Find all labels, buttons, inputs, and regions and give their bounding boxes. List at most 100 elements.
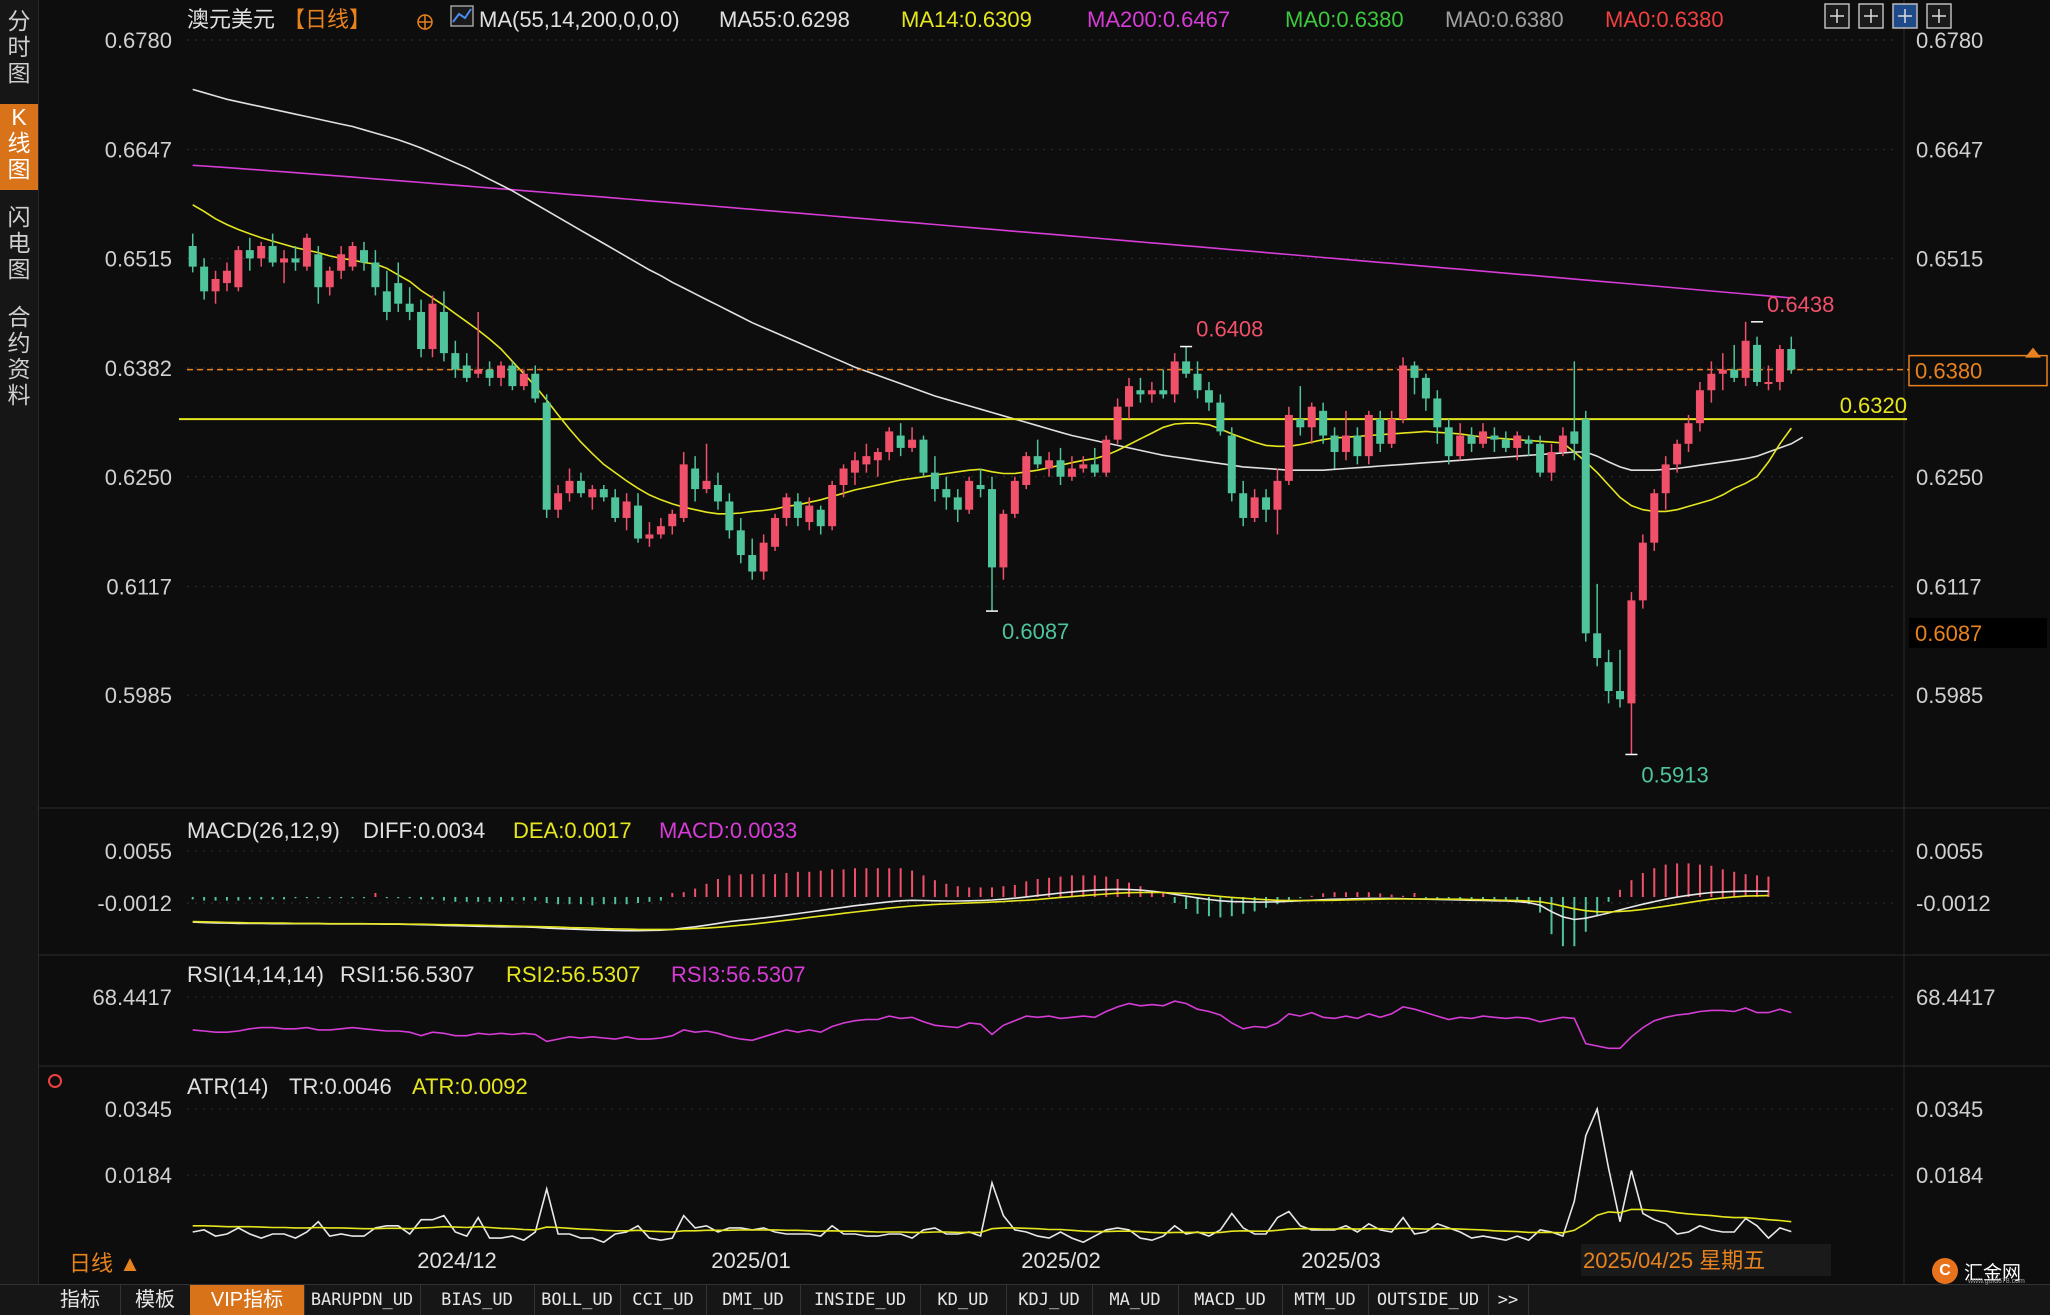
- date-label: 2025/03: [1301, 1248, 1381, 1273]
- candle-body: [588, 489, 597, 498]
- indicator-tab-11[interactable]: MA_UD: [1092, 1285, 1179, 1315]
- candle-body: [839, 468, 848, 485]
- indicator-tab-8[interactable]: INSIDE_UD: [800, 1285, 921, 1315]
- sidebar-tab-0[interactable]: 分时图: [0, 8, 38, 94]
- sidebar-tab-char: 线: [7, 130, 31, 156]
- candle-body: [314, 254, 323, 288]
- logo-url: www.gold678.com: [1968, 1278, 2025, 1285]
- header-text: MA0:0.6380: [1445, 7, 1564, 32]
- sidebar-tab-char: 合: [7, 304, 31, 330]
- last-price-tag-text: 0.6380: [1915, 359, 1982, 384]
- candle-body: [325, 270, 334, 288]
- candle-body: [679, 464, 688, 518]
- candle-body: [1262, 497, 1271, 510]
- crosshair-date-text: 2025/04/25 星期五: [1583, 1248, 1765, 1273]
- ma200-line: [192, 164, 1792, 299]
- date-label: 2025/01: [711, 1248, 791, 1273]
- atr-title: ATR(14): [187, 1074, 269, 1099]
- candle-body: [1170, 361, 1179, 395]
- candle-body: [816, 509, 825, 527]
- candle-body: [1102, 439, 1111, 473]
- candle-body: [1524, 439, 1533, 444]
- candle-body: [1684, 423, 1693, 444]
- candle-body: [1501, 439, 1510, 448]
- macd-diff-label: DIFF:0.0034: [363, 818, 485, 843]
- sidebar-tab-3[interactable]: 合约资料: [0, 304, 38, 416]
- indicator-tab-7[interactable]: DMI_UD: [706, 1285, 801, 1315]
- indicator-tab-4[interactable]: BIAS_UD: [420, 1285, 535, 1315]
- header-text: MA14:0.6309: [901, 7, 1032, 32]
- atr-axis-left: 0.0184: [105, 1163, 172, 1188]
- candle-body: [1193, 373, 1202, 391]
- candle-body: [862, 456, 871, 465]
- candle-body: [988, 489, 996, 568]
- sidebar-tab-2[interactable]: 闪电图: [0, 204, 38, 290]
- indicator-tab-13[interactable]: MTM_UD: [1282, 1285, 1369, 1315]
- chart-area[interactable]: 0.6780 0.6780 0.6647 0.6647 0.6515 0.6515 0.63…: [39, 0, 2050, 1284]
- indicator-tab-0[interactable]: 指标: [40, 1285, 121, 1315]
- macd-value-label: MACD:0.0033: [659, 818, 797, 843]
- candle-body: [394, 283, 403, 304]
- candle-body: [1022, 456, 1031, 485]
- sidebar: 分时图 K线图闪电图合约资料: [0, 0, 39, 1284]
- indicator-tab-6[interactable]: CCI_UD: [620, 1285, 707, 1315]
- extreme-label: 0.6087: [1002, 619, 1069, 644]
- sidebar-tab-char: 料: [7, 382, 31, 408]
- candle-body: [439, 311, 448, 354]
- indicator-tab-5[interactable]: BOLL_UD: [534, 1285, 621, 1315]
- brand-logo: C 汇金网 www.gold678.com: [1932, 1256, 2025, 1286]
- atr-tr-line: [192, 1106, 1792, 1244]
- price-label-right: 0.6515: [1916, 246, 1983, 271]
- macd-axis-left: -0.0012: [97, 891, 172, 916]
- header-text: MA55:0.6298: [719, 7, 850, 32]
- indicator-tab-9[interactable]: KD_UD: [920, 1285, 1007, 1315]
- candle-body: [622, 501, 631, 518]
- price-label-left: 0.6515: [105, 246, 172, 271]
- candle-body: [519, 373, 528, 387]
- price-label-left: 0.6382: [105, 356, 172, 381]
- atr-axis-right: 0.0345: [1916, 1097, 1983, 1122]
- candle-body: [1010, 480, 1019, 514]
- header-text: MA0:0.6380: [1285, 7, 1404, 32]
- candle-body: [302, 237, 311, 267]
- candle-body: [1718, 369, 1727, 374]
- sidebar-tab-1[interactable]: K线图: [0, 104, 38, 190]
- indicator-tab-14[interactable]: OUTSIDE_UD: [1368, 1285, 1489, 1315]
- price-label-left: 0.6250: [105, 465, 172, 490]
- macd-title: MACD(26,12,9): [187, 818, 340, 843]
- candle-body: [417, 311, 426, 350]
- candle-body: [702, 480, 711, 490]
- candle-body: [462, 365, 471, 378]
- candle-body: [1581, 419, 1590, 634]
- sidebar-tab-char: 约: [7, 330, 31, 356]
- indicator-tab-15[interactable]: >>: [1488, 1285, 1529, 1315]
- candle-body: [234, 250, 243, 288]
- candle-body: [1536, 443, 1545, 473]
- candle-body: [1604, 662, 1613, 692]
- candle-body: [1650, 493, 1659, 543]
- candle-body: [1478, 431, 1487, 444]
- indicator-tab-1[interactable]: 模板: [120, 1285, 191, 1315]
- candle-body: [793, 501, 802, 518]
- candle-body: [599, 489, 608, 498]
- indicator-tab-3[interactable]: BARUPDN_UD: [304, 1285, 421, 1315]
- candle-body: [771, 517, 780, 547]
- candle-body: [1787, 349, 1796, 370]
- indicator-tab-12[interactable]: MACD_UD: [1178, 1285, 1283, 1315]
- candle-body: [1593, 633, 1602, 659]
- candle-body: [748, 555, 757, 572]
- support-value-label: 0.6320: [1840, 393, 1907, 418]
- macd-axis-right: 0.0055: [1916, 839, 1983, 864]
- candle-body: [291, 258, 300, 263]
- candle-body: [1079, 464, 1088, 469]
- sidebar-tab-char: 图: [7, 256, 31, 282]
- indicator-tab-10[interactable]: KDJ_UD: [1006, 1285, 1093, 1315]
- candle-body: [565, 480, 574, 494]
- candle-body: [1616, 691, 1625, 700]
- sidebar-tab-char: 资: [7, 356, 31, 382]
- candle-body: [611, 497, 620, 518]
- candle-body: [645, 534, 654, 539]
- indicator-tab-2[interactable]: VIP指标: [190, 1285, 305, 1315]
- candle-body: [930, 472, 939, 490]
- candle-body: [554, 493, 563, 510]
